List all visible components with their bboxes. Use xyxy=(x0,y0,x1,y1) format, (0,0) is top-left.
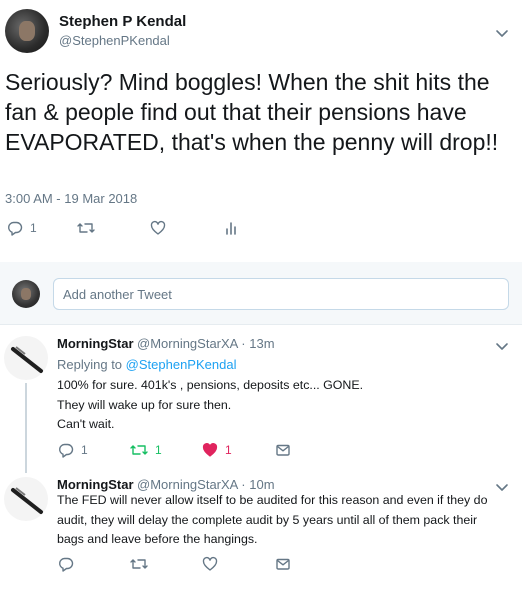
like-button[interactable]: 1 xyxy=(202,442,232,458)
avatar xyxy=(12,280,40,308)
heart-icon xyxy=(202,556,218,572)
author-name[interactable]: MorningStar xyxy=(57,336,134,351)
author-handle[interactable]: @StephenPKendal xyxy=(59,33,170,48)
author-handle[interactable]: @MorningStarXA xyxy=(137,477,238,492)
reply-icon xyxy=(7,220,23,236)
like-button[interactable] xyxy=(150,220,166,236)
reply-meta: @MorningStarXA · 13m xyxy=(137,336,275,351)
text-line: The FED will never allow itself to be au… xyxy=(57,493,488,507)
chevron-down-icon[interactable] xyxy=(495,480,509,494)
separator: · xyxy=(241,336,246,351)
text-line: bags and leave before the hangings. xyxy=(57,532,258,546)
chevron-down-icon[interactable] xyxy=(495,339,509,353)
retweet-icon xyxy=(130,442,148,458)
text-line: Can't wait. xyxy=(57,417,115,431)
reply-count: 1 xyxy=(30,221,37,235)
tweet-text: 100% for sure. 401k's , pensions, deposi… xyxy=(57,376,363,435)
tweet-timestamp[interactable]: 3:00 AM - 19 Mar 2018 xyxy=(5,191,137,206)
avatar[interactable] xyxy=(4,336,48,380)
retweet-icon xyxy=(77,220,95,236)
reply-composer: Add another Tweet xyxy=(0,262,522,324)
tweet-text: Seriously? Mind boggles! When the shit h… xyxy=(5,69,499,155)
retweet-button[interactable] xyxy=(77,220,95,236)
reply-button[interactable]: 1 xyxy=(58,442,88,458)
retweet-icon xyxy=(130,556,148,572)
retweet-button[interactable]: 1 xyxy=(130,442,162,458)
direct-message-button[interactable] xyxy=(275,442,291,458)
reply-button[interactable]: 1 xyxy=(7,220,37,236)
analytics-button[interactable] xyxy=(224,220,238,236)
retweet-count: 1 xyxy=(155,443,162,457)
heart-icon xyxy=(202,442,218,458)
text-line: They will wake up for sure then. xyxy=(57,397,232,412)
reply-icon xyxy=(58,556,74,572)
replying-to: Replying to @StephenPKendal xyxy=(57,357,236,372)
heart-icon xyxy=(150,220,166,236)
direct-message-button[interactable] xyxy=(275,556,291,572)
reply-meta: @MorningStarXA · 10m xyxy=(137,477,275,492)
separator: · xyxy=(241,477,246,492)
author-name[interactable]: Stephen P Kendal xyxy=(59,13,186,30)
reply-button[interactable] xyxy=(58,556,74,572)
tweet-time[interactable]: 13m xyxy=(249,336,274,351)
avatar[interactable] xyxy=(5,9,49,53)
thread-line xyxy=(25,383,27,473)
text-line: 100% for sure. 401k's , pensions, deposi… xyxy=(57,378,364,392)
analytics-icon xyxy=(224,220,238,236)
tweet-time[interactable]: 10m xyxy=(249,477,274,492)
replying-prefix: Replying to xyxy=(57,357,123,372)
like-button[interactable] xyxy=(202,556,218,572)
like-count: 1 xyxy=(225,443,232,457)
text-line: audit, they will delay the complete audi… xyxy=(57,512,478,527)
reply-count: 1 xyxy=(81,443,88,457)
main-tweet: Stephen P Kendal @StephenPKendal Serious… xyxy=(0,0,522,262)
tweet-text: The FED will never allow itself to be au… xyxy=(57,491,487,550)
retweet-button[interactable] xyxy=(130,556,148,572)
author-name[interactable]: MorningStar xyxy=(57,477,134,492)
chevron-down-icon[interactable] xyxy=(495,26,509,40)
divider xyxy=(0,324,522,325)
replying-to-link[interactable]: @StephenPKendal xyxy=(126,357,237,372)
envelope-icon xyxy=(275,442,291,458)
avatar[interactable] xyxy=(4,477,48,521)
reply-icon xyxy=(58,442,74,458)
envelope-icon xyxy=(275,556,291,572)
author-handle[interactable]: @MorningStarXA xyxy=(137,336,238,351)
add-tweet-input[interactable]: Add another Tweet xyxy=(53,278,509,310)
